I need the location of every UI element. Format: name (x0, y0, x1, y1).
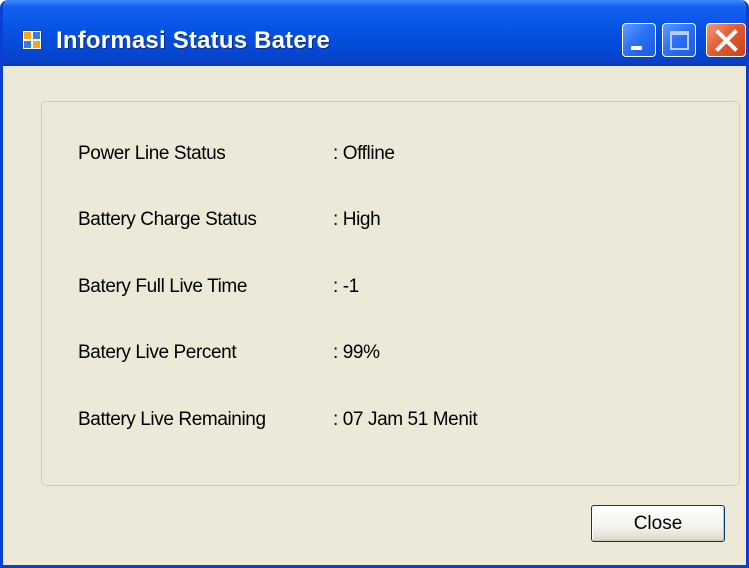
minimize-icon (631, 46, 642, 50)
maximize-button[interactable] (662, 23, 696, 57)
power-line-status-value: : Offline (333, 143, 395, 164)
battery-life-remaining-value: : 07 Jam 51 Menit (333, 409, 478, 430)
battery-full-life-time-label: Batery Full Live Time (78, 276, 247, 297)
battery-life-remaining-label: Battery Live Remaining (78, 409, 266, 430)
battery-full-life-time-value: : -1 (333, 276, 359, 297)
battery-status-window: Informasi Status Batere Power Line Statu… (0, 0, 749, 568)
battery-life-percent-value: : 99% (333, 342, 380, 363)
window-title: Informasi Status Batere (56, 27, 331, 54)
maximize-icon (670, 31, 689, 50)
battery-life-percent-label: Batery Live Percent (78, 342, 237, 363)
battery-charge-status-value: : High (333, 209, 381, 230)
close-button[interactable]: Close (591, 505, 725, 542)
title-bar[interactable]: Informasi Status Batere (3, 0, 746, 66)
close-window-button[interactable] (706, 23, 746, 57)
close-icon (715, 29, 738, 52)
minimize-button[interactable] (622, 23, 656, 57)
battery-charge-status-label: Battery Charge Status (78, 209, 257, 230)
power-line-status-label: Power Line Status (78, 143, 226, 164)
app-window-icon[interactable] (22, 30, 42, 50)
